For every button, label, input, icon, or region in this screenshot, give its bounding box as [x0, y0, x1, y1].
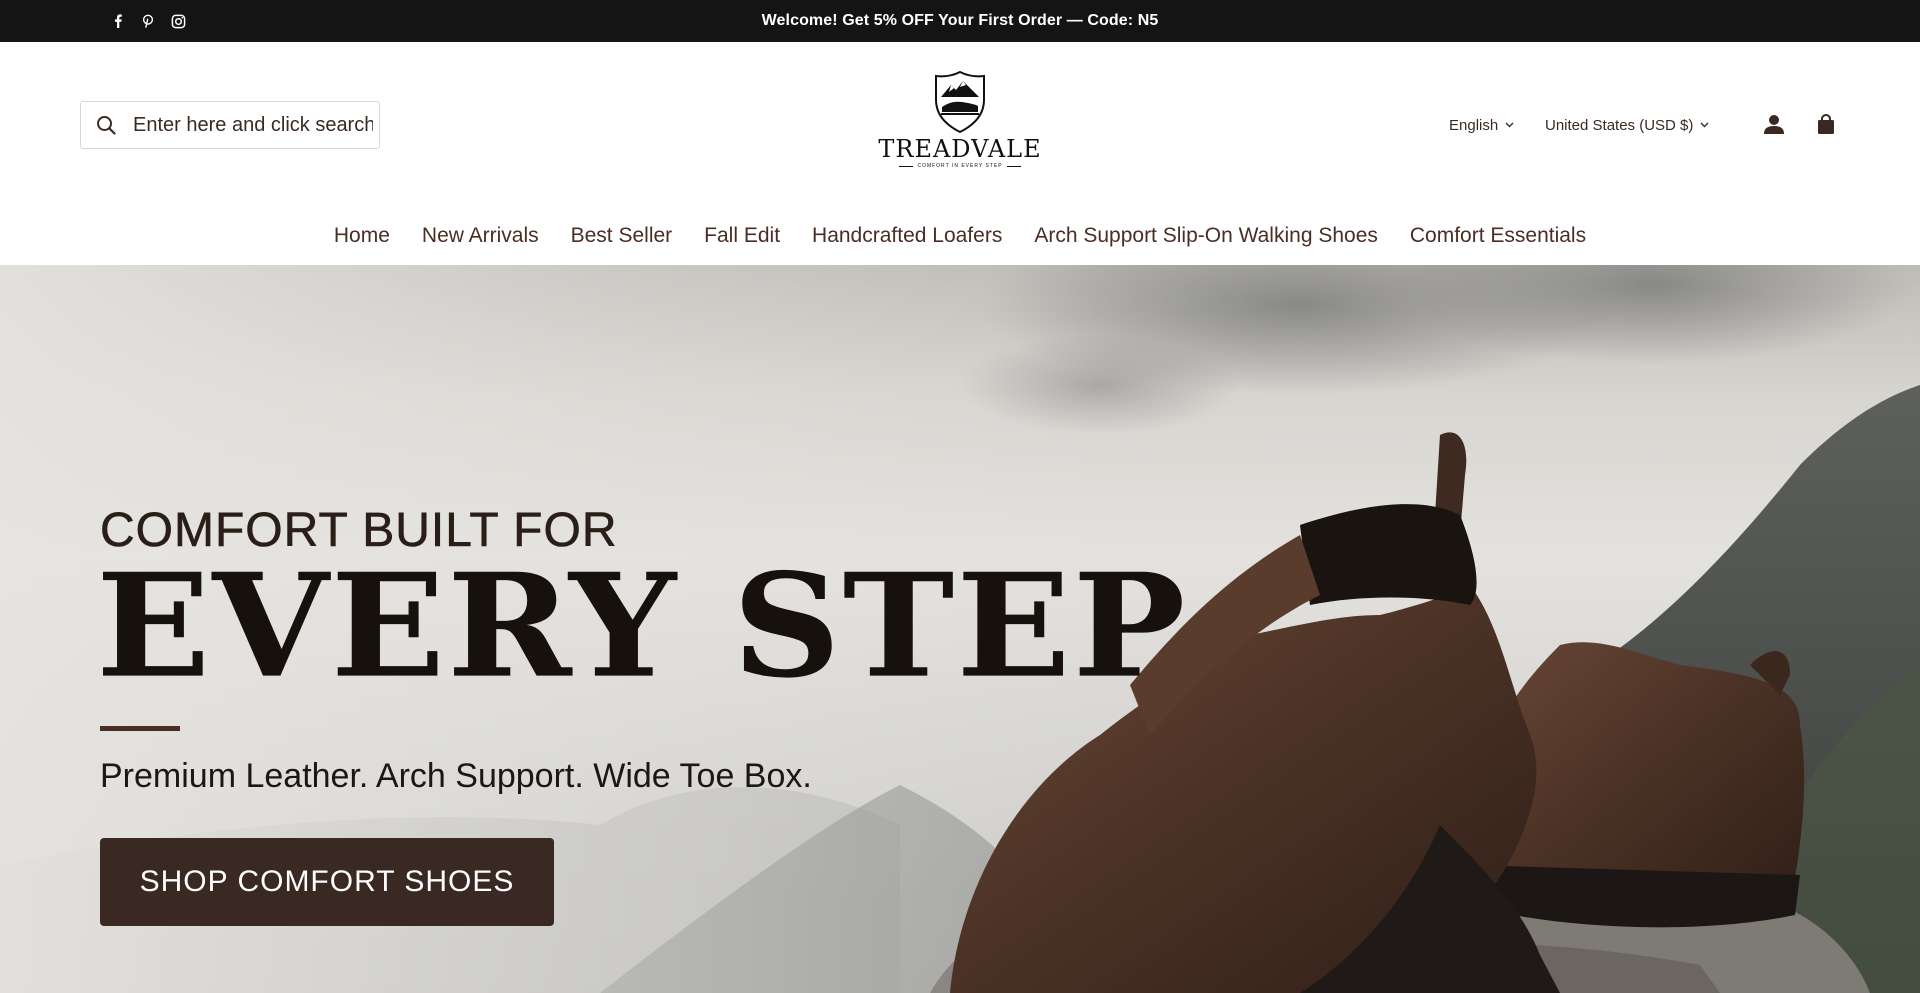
announcement-text: Welcome! Get 5% OFF Your First Order — C…	[761, 12, 1159, 29]
social-links	[110, 0, 186, 42]
nav-item-best-seller[interactable]: Best Seller	[571, 216, 673, 256]
logo-tagline-row: COMFORT IN EVERY STEP	[899, 163, 1021, 169]
nav-item-fall-edit[interactable]: Fall Edit	[704, 216, 780, 256]
announcement-bar: Welcome! Get 5% OFF Your First Order — C…	[0, 0, 1920, 42]
search-icon[interactable]	[95, 114, 117, 136]
currency-selector[interactable]: United States (USD $)	[1545, 113, 1709, 137]
currency-label: United States (USD $)	[1545, 116, 1694, 134]
chevron-down-icon	[1699, 120, 1709, 130]
nav-item-home[interactable]: Home	[334, 216, 390, 256]
logo-shield-icon	[935, 70, 985, 134]
search-input[interactable]	[133, 113, 373, 137]
logo-tagline: COMFORT IN EVERY STEP	[917, 163, 1003, 169]
nav-item-comfort-essentials[interactable]: Comfort Essentials	[1410, 216, 1586, 256]
hero-banner: COMFORT BUILT FOR EVERY STEP Premium Lea…	[0, 265, 1920, 993]
nav-item-handcrafted-loafers[interactable]: Handcrafted Loafers	[812, 216, 1002, 256]
search-box[interactable]	[80, 101, 380, 149]
hero-subheadline: Premium Leather. Arch Support. Wide Toe …	[100, 757, 812, 795]
nav-item-arch-support-slip-on[interactable]: Arch Support Slip-On Walking Shoes	[1034, 216, 1378, 256]
hero-headline: EVERY STEP	[96, 542, 1188, 710]
logo-wordmark: TREADVALE	[878, 135, 1042, 163]
instagram-icon[interactable]	[170, 13, 186, 29]
facebook-icon[interactable]	[110, 13, 126, 29]
chevron-down-icon	[1504, 120, 1514, 130]
cart-icon[interactable]	[1814, 112, 1838, 136]
language-label: English	[1449, 116, 1499, 134]
nav-item-new-arrivals[interactable]: New Arrivals	[422, 216, 539, 256]
shop-comfort-shoes-button[interactable]: SHOP COMFORT SHOES	[100, 838, 554, 926]
hero-divider	[100, 726, 180, 731]
main-navigation: Home New Arrivals Best Seller Fall Edit …	[0, 216, 1920, 256]
site-logo[interactable]: TREADVALE COMFORT IN EVERY STEP	[878, 70, 1041, 176]
account-icon[interactable]	[1762, 112, 1786, 136]
language-selector[interactable]: English	[1449, 113, 1514, 137]
pinterest-icon[interactable]	[140, 13, 156, 29]
